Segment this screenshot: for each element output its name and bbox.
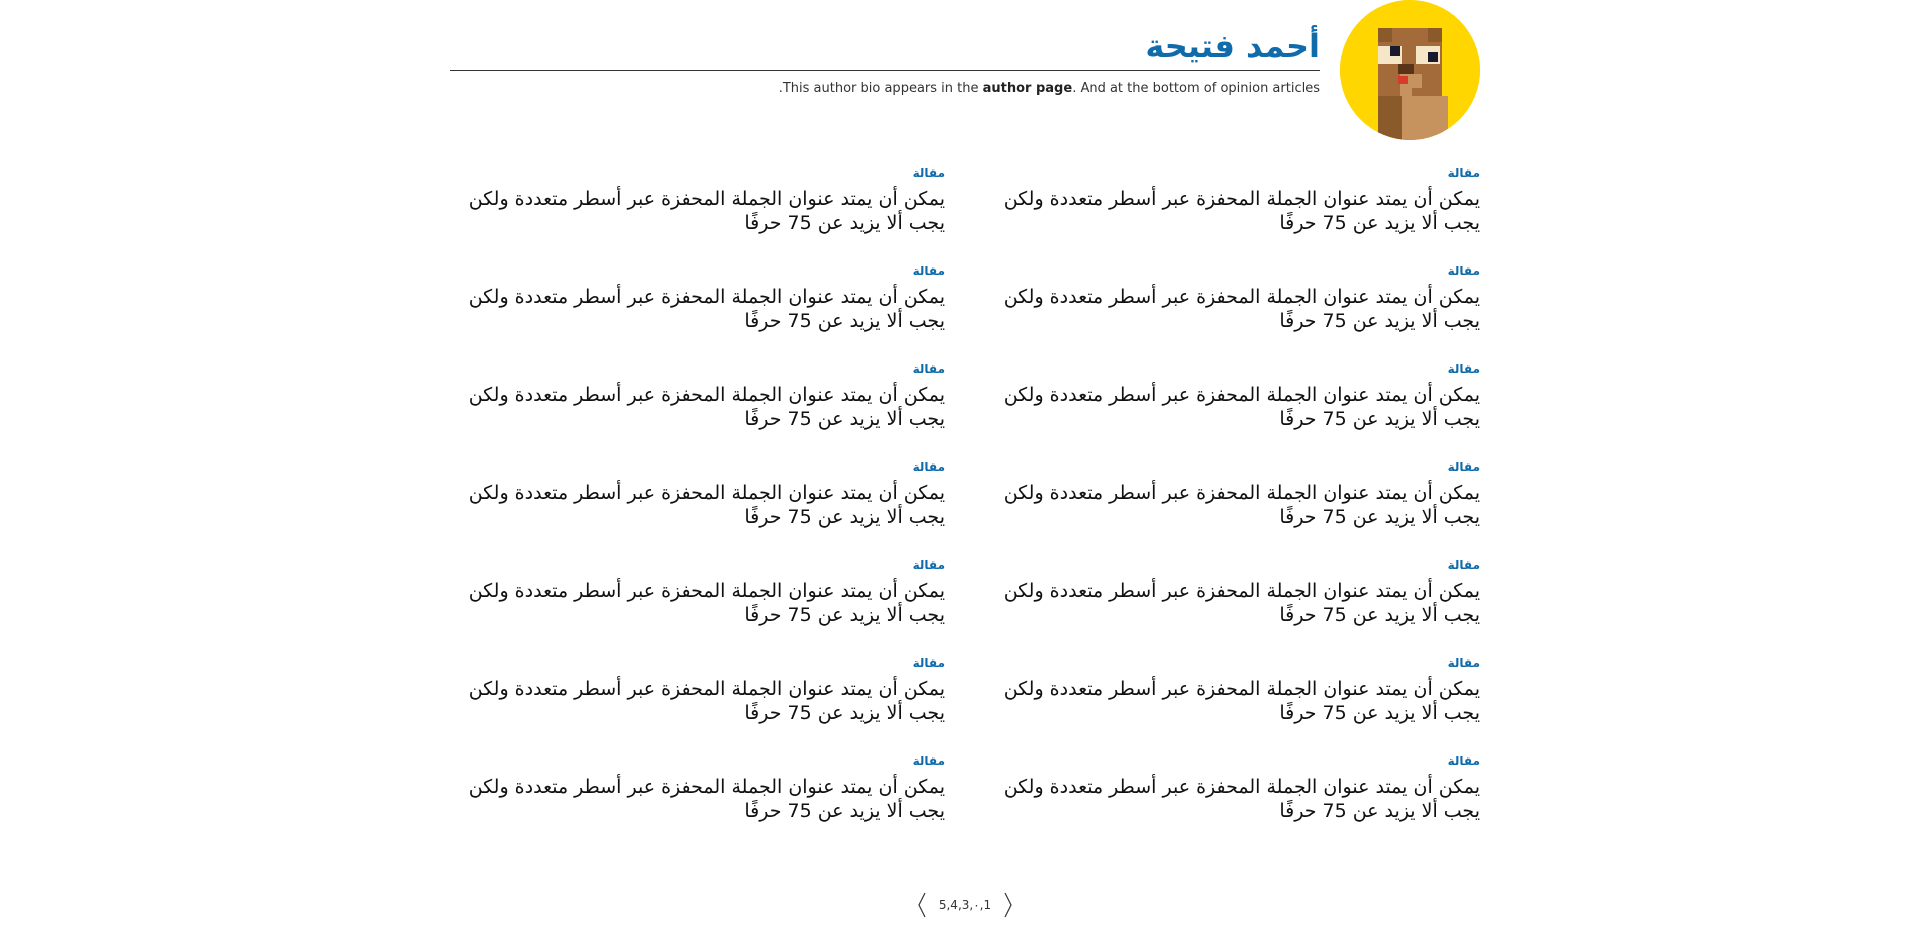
article-title[interactable]: يمكن أن يمتد عنوان الجملة المحفزة عبر أس…	[450, 383, 945, 431]
article-category[interactable]: مقالة	[985, 361, 1480, 377]
article-title[interactable]: يمكن أن يمتد عنوان الجملة المحفزة عبر أس…	[450, 187, 945, 235]
article-category[interactable]: مقالة	[985, 655, 1480, 671]
article-category[interactable]: مقالة	[985, 263, 1480, 279]
author-bio: .This author bio appears in the author p…	[779, 80, 1320, 98]
article-category[interactable]: مقالة	[985, 165, 1480, 181]
article-card: مقالة يمكن أن يمتد عنوان الجملة المحفزة …	[985, 361, 1480, 439]
article-card: مقالة يمكن أن يمتد عنوان الجملة المحفزة …	[450, 165, 945, 243]
article-category[interactable]: مقالة	[450, 459, 945, 475]
article-category[interactable]: مقالة	[450, 361, 945, 377]
article-category[interactable]: مقالة	[450, 753, 945, 769]
article-card: مقالة يمكن أن يمتد عنوان الجملة المحفزة …	[450, 753, 945, 831]
article-title[interactable]: يمكن أن يمتد عنوان الجملة المحفزة عبر أس…	[985, 677, 1480, 725]
article-card: مقالة يمكن أن يمتد عنوان الجملة المحفزة …	[450, 263, 945, 341]
article-category[interactable]: مقالة	[985, 557, 1480, 573]
article-card: مقالة يمكن أن يمتد عنوان الجملة المحفزة …	[450, 361, 945, 439]
article-card: مقالة يمكن أن يمتد عنوان الجملة المحفزة …	[985, 165, 1480, 243]
article-title[interactable]: يمكن أن يمتد عنوان الجملة المحفزة عبر أس…	[985, 383, 1480, 431]
header-divider	[450, 70, 1320, 71]
article-card: مقالة يمكن أن يمتد عنوان الجملة المحفزة …	[985, 557, 1480, 635]
pagination: 5,4,3,٠,1	[450, 891, 1480, 919]
article-title[interactable]: يمكن أن يمتد عنوان الجملة المحفزة عبر أس…	[450, 579, 945, 627]
article-title[interactable]: يمكن أن يمتد عنوان الجملة المحفزة عبر أس…	[450, 775, 945, 823]
article-title[interactable]: يمكن أن يمتد عنوان الجملة المحفزة عبر أس…	[985, 775, 1480, 823]
article-title[interactable]: يمكن أن يمتد عنوان الجملة المحفزة عبر أس…	[450, 481, 945, 529]
article-card: مقالة يمكن أن يمتد عنوان الجملة المحفزة …	[985, 753, 1480, 831]
article-title[interactable]: يمكن أن يمتد عنوان الجملة المحفزة عبر أس…	[985, 187, 1480, 235]
prev-page-button[interactable]	[915, 891, 929, 919]
article-category[interactable]: مقالة	[985, 459, 1480, 475]
article-title[interactable]: يمكن أن يمتد عنوان الجملة المحفزة عبر أس…	[985, 481, 1480, 529]
article-card: مقالة يمكن أن يمتد عنوان الجملة المحفزة …	[450, 557, 945, 635]
article-title[interactable]: يمكن أن يمتد عنوان الجملة المحفزة عبر أس…	[450, 677, 945, 725]
article-card: مقالة يمكن أن يمتد عنوان الجملة المحفزة …	[985, 655, 1480, 733]
article-title[interactable]: يمكن أن يمتد عنوان الجملة المحفزة عبر أس…	[985, 285, 1480, 333]
author-page-link[interactable]: author page	[983, 81, 1073, 96]
author-name: أحمد فتيحة	[1145, 27, 1320, 65]
next-page-button[interactable]	[1001, 891, 1015, 919]
author-avatar	[1340, 0, 1480, 140]
article-card: مقالة يمكن أن يمتد عنوان الجملة المحفزة …	[450, 459, 945, 537]
article-category[interactable]: مقالة	[985, 753, 1480, 769]
author-page: أحمد فتيحة .This author bio appears in t…	[450, 0, 1480, 918]
article-category[interactable]: مقالة	[450, 557, 945, 573]
pixel-bear-icon	[1340, 0, 1480, 140]
article-category[interactable]: مقالة	[450, 263, 945, 279]
article-card: مقالة يمكن أن يمتد عنوان الجملة المحفزة …	[985, 263, 1480, 341]
article-card: مقالة يمكن أن يمتد عنوان الجملة المحفزة …	[985, 459, 1480, 537]
article-card: مقالة يمكن أن يمتد عنوان الجملة المحفزة …	[450, 655, 945, 733]
bio-text-start: .This author bio appears in the	[778, 81, 983, 96]
chevron-right-icon	[1004, 892, 1012, 918]
article-title[interactable]: يمكن أن يمتد عنوان الجملة المحفزة عبر أس…	[985, 579, 1480, 627]
bio-text-end: . And at the bottom of opinion articles	[1072, 81, 1320, 96]
author-header: أحمد فتيحة .This author bio appears in t…	[450, 0, 1480, 140]
article-title[interactable]: يمكن أن يمتد عنوان الجملة المحفزة عبر أس…	[450, 285, 945, 333]
article-category[interactable]: مقالة	[450, 165, 945, 181]
article-grid: مقالة يمكن أن يمتد عنوان الجملة المحفزة …	[450, 165, 1480, 831]
article-category[interactable]: مقالة	[450, 655, 945, 671]
chevron-left-icon	[918, 892, 926, 918]
page-numbers[interactable]: 5,4,3,٠,1	[939, 898, 991, 912]
